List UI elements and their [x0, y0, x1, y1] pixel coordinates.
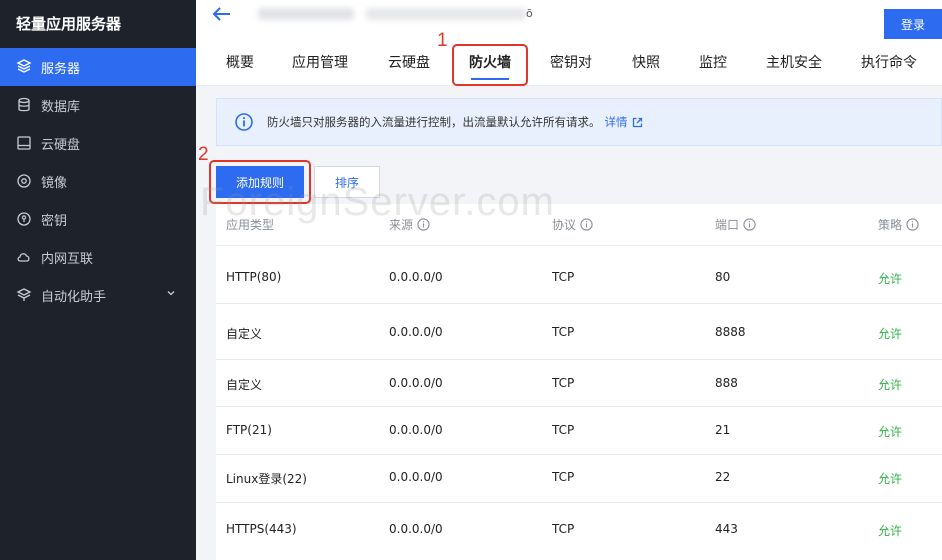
key-icon [15, 210, 33, 228]
sort-button[interactable]: 排序 [314, 166, 380, 198]
sidebar-item-disk[interactable]: 云硬盘 [0, 124, 196, 162]
image-icon [15, 172, 33, 190]
sidebar-item-label: 内网互联 [41, 251, 94, 267]
column-header-source: 来源 [389, 216, 430, 233]
column-header-port: 端口 [715, 216, 756, 233]
cell-type: HTTPS(443) [226, 522, 297, 536]
tab-bar: 概要 应用管理 云硬盘 防火墙 密钥对 快照 监控 主机安全 执行命令 [196, 44, 942, 86]
tab-host-security[interactable]: 主机安全 [766, 44, 822, 86]
cell-protocol: TCP [552, 470, 575, 484]
chevron-down-icon[interactable] [166, 288, 176, 298]
table-row[interactable]: FTP(21) 0.0.0.0/0 TCP 21 允许 [216, 407, 942, 455]
sidebar-item-database[interactable]: 数据库 [0, 86, 196, 124]
tab-cloud-disk[interactable]: 云硬盘 [388, 44, 430, 86]
annotation-number-2: 2 [198, 144, 209, 165]
tab-overview[interactable]: 概要 [226, 44, 254, 86]
firewall-rules-table: 应用类型 来源 协议 端口 策略 HTTP(80) 0.0.0.0/0 TCP … [216, 204, 942, 560]
details-link[interactable]: 详情 [605, 114, 628, 130]
cell-protocol: TCP [552, 270, 575, 284]
sidebar-item-automation[interactable]: 自动化助手 [0, 276, 196, 314]
sidebar-item-label: 服务器 [41, 61, 81, 77]
cell-policy: 允许 [878, 327, 903, 341]
cell-policy: 允许 [878, 524, 903, 538]
cell-source: 0.0.0.0/0 [389, 325, 443, 339]
server-icon [15, 58, 33, 76]
cell-protocol: TCP [552, 423, 575, 437]
cell-port: 888 [715, 376, 738, 390]
sidebar-item-label: 密钥 [41, 213, 68, 229]
annotation-number-1: 1 [437, 30, 448, 51]
cell-source: 0.0.0.0/0 [389, 270, 443, 284]
sidebar-item-network[interactable]: 内网互联 [0, 238, 196, 276]
sidebar-nav: 服务器 数据库 云硬盘 镜像 密钥 内网互联 自动化助手 [0, 48, 196, 314]
cell-port: 8888 [715, 325, 746, 339]
automation-icon [15, 286, 33, 304]
external-link-icon[interactable] [632, 117, 643, 128]
sidebar-item-key[interactable]: 密钥 [0, 200, 196, 238]
instance-id-blurred [366, 8, 526, 20]
firewall-notice: 防火墙只对服务器的入流量进行控制，出流量默认允许所有请求。 详情 [216, 98, 942, 146]
cell-protocol: TCP [552, 522, 575, 536]
cell-source: 0.0.0.0/0 [389, 423, 443, 437]
info-icon[interactable] [580, 218, 593, 231]
add-rule-button[interactable]: 添加规则 [216, 166, 304, 198]
table-row[interactable]: 自定义 0.0.0.0/0 TCP 8888 允许 [216, 304, 942, 360]
sidebar-item-label: 自动化助手 [41, 289, 107, 305]
cell-protocol: TCP [552, 376, 575, 390]
tab-key-pair[interactable]: 密钥对 [550, 44, 592, 86]
sidebar: 轻量应用服务器 服务器 数据库 云硬盘 镜像 密钥 内网互联 自动化助手 [0, 0, 196, 560]
column-header-protocol: 协议 [552, 216, 593, 233]
back-arrow-icon[interactable] [212, 6, 232, 22]
sidebar-item-label: 镜像 [41, 175, 68, 191]
cell-port: 22 [715, 470, 731, 484]
cell-policy: 允许 [878, 378, 903, 392]
cloud-link-icon [15, 248, 33, 266]
sidebar-item-image[interactable]: 镜像 [0, 162, 196, 200]
info-icon[interactable] [906, 218, 919, 231]
sidebar-item-label: 数据库 [41, 99, 81, 115]
top-header: ō 登录 [196, 0, 942, 44]
sidebar-item-server[interactable]: 服务器 [0, 48, 196, 86]
column-header-policy: 策略 [878, 216, 919, 233]
cell-type: HTTP(80) [226, 270, 282, 284]
annotation-box-firewall [452, 44, 528, 86]
tab-snapshot[interactable]: 快照 [632, 44, 660, 86]
cell-port: 21 [715, 423, 731, 437]
cell-policy: 允许 [878, 472, 903, 486]
notice-text: 防火墙只对服务器的入流量进行控制，出流量默认允许所有请求。 [267, 115, 601, 129]
column-header-type: 应用类型 [226, 218, 275, 232]
login-button[interactable]: 登录 [884, 9, 942, 39]
sidebar-item-label: 云硬盘 [41, 137, 81, 153]
cell-port: 443 [715, 522, 738, 536]
info-icon [235, 113, 253, 131]
cell-port: 80 [715, 270, 731, 284]
title-fragment: ō [526, 7, 533, 20]
table-row[interactable]: Linux登录(22) 0.0.0.0/0 TCP 22 允许 [216, 455, 942, 503]
disk-icon [15, 134, 33, 152]
info-icon[interactable] [743, 218, 756, 231]
cell-type: 自定义 [226, 378, 263, 392]
info-icon[interactable] [417, 218, 430, 231]
cell-source: 0.0.0.0/0 [389, 522, 443, 536]
table-row[interactable]: HTTP(80) 0.0.0.0/0 TCP 80 允许 [216, 246, 942, 304]
cell-type: Linux登录(22) [226, 472, 307, 486]
cell-source: 0.0.0.0/0 [389, 376, 443, 390]
cell-policy: 允许 [878, 425, 903, 439]
cell-type: FTP(21) [226, 423, 272, 437]
instance-name-blurred [258, 8, 354, 20]
cell-source: 0.0.0.0/0 [389, 470, 443, 484]
table-row[interactable]: HTTPS(443) 0.0.0.0/0 TCP 443 允许 [216, 503, 942, 559]
cell-protocol: TCP [552, 325, 575, 339]
tab-monitoring[interactable]: 监控 [699, 44, 727, 86]
tab-run-command[interactable]: 执行命令 [861, 44, 917, 86]
database-icon [15, 96, 33, 114]
table-row[interactable]: 自定义 0.0.0.0/0 TCP 888 允许 [216, 360, 942, 407]
tab-app-management[interactable]: 应用管理 [292, 44, 348, 86]
table-header: 应用类型 来源 协议 端口 策略 [216, 204, 942, 246]
sidebar-brand: 轻量应用服务器 [16, 15, 122, 33]
cell-policy: 允许 [878, 272, 903, 286]
cell-type: 自定义 [226, 327, 263, 341]
